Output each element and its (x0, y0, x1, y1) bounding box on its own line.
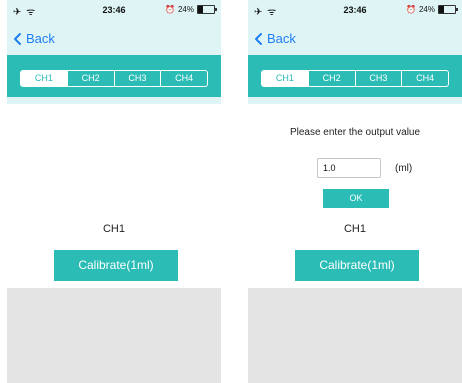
nav-bar: Back (7, 20, 221, 55)
status-bar: ✈ ᯤ 23:46 ⏰ 24% (7, 0, 221, 20)
phone-screen-left: ✈ ᯤ 23:46 ⏰ 24% Back CH1 CH2 CH3 CH4 CH1… (7, 0, 221, 383)
back-button[interactable]: Back (11, 31, 55, 46)
tab-ch4[interactable]: CH4 (401, 71, 448, 86)
battery-icon (197, 5, 217, 14)
battery-percent: 24% (177, 5, 194, 14)
tab-bar-divider (248, 97, 462, 104)
battery-percent: 24% (418, 5, 435, 14)
tab-ch4[interactable]: CH4 (160, 71, 207, 86)
output-value-prompt: Please enter the output value (289, 127, 421, 138)
channel-tab-bar: CH1 CH2 CH3 CH4 (7, 55, 221, 97)
alarm-icon: ⏰ (406, 5, 416, 14)
nav-bar: Back (248, 20, 462, 55)
channel-label: CH1 (102, 223, 125, 235)
output-value-input[interactable] (317, 158, 381, 178)
chevron-left-icon (255, 32, 262, 45)
channel-segmented-control: CH1 CH2 CH3 CH4 (20, 70, 208, 87)
chevron-left-icon (14, 32, 21, 45)
phone-screen-right: ✈ ᯤ 23:46 ⏰ 24% Back CH1 CH2 CH3 CH4 Ple… (248, 0, 462, 383)
battery-icon (438, 5, 458, 14)
channel-segmented-control: CH1 CH2 CH3 CH4 (261, 70, 449, 87)
bottom-panel (7, 288, 221, 383)
ok-button[interactable]: OK (323, 189, 389, 208)
tab-bar-divider (7, 97, 221, 104)
tab-ch3[interactable]: CH3 (113, 71, 161, 86)
unit-label: (ml) (395, 163, 413, 174)
tab-ch1[interactable]: CH1 (21, 71, 67, 86)
tab-ch1[interactable]: CH1 (262, 71, 308, 86)
calibrate-button[interactable]: Calibrate(1ml) (295, 250, 419, 281)
tab-ch2[interactable]: CH2 (66, 71, 114, 86)
bottom-panel (248, 288, 462, 383)
status-right: ⏰ 24% (406, 5, 458, 14)
alarm-icon: ⏰ (165, 5, 175, 14)
channel-tab-bar: CH1 CH2 CH3 CH4 (248, 55, 462, 97)
back-label: Back (267, 31, 296, 46)
channel-label: CH1 (343, 223, 366, 235)
status-bar: ✈ ᯤ 23:46 ⏰ 24% (248, 0, 462, 20)
tab-ch2[interactable]: CH2 (307, 71, 355, 86)
calibrate-button[interactable]: Calibrate(1ml) (54, 250, 178, 281)
status-right: ⏰ 24% (165, 5, 217, 14)
back-button[interactable]: Back (252, 31, 296, 46)
tab-ch3[interactable]: CH3 (354, 71, 402, 86)
back-label: Back (26, 31, 55, 46)
